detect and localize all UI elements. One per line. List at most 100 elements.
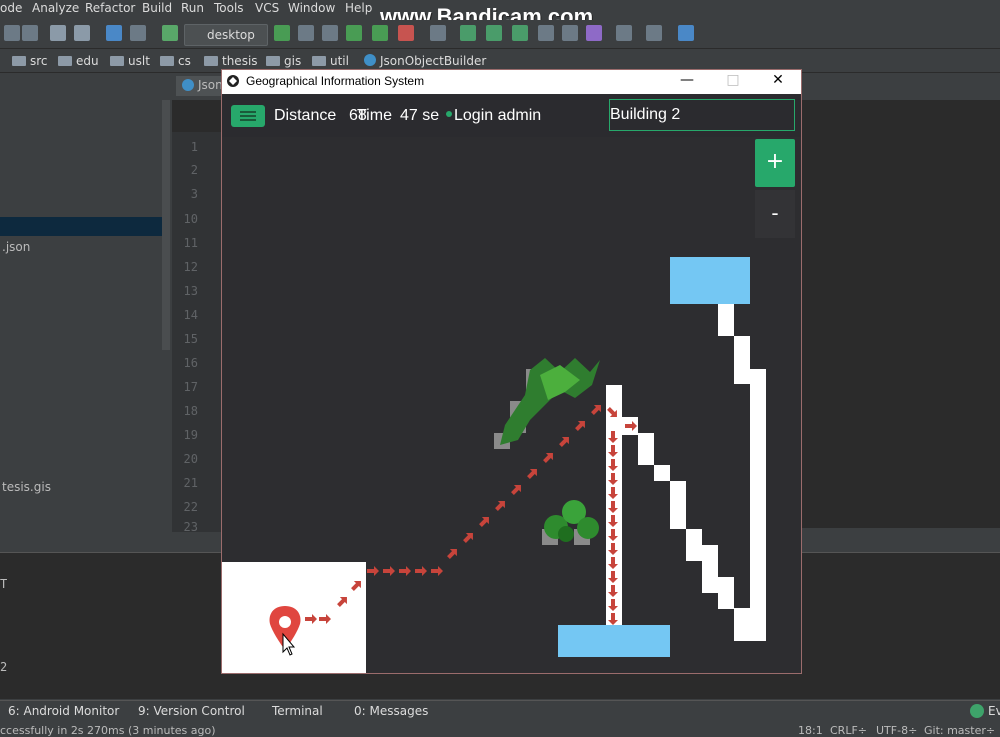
run-config-value: desktop	[207, 28, 255, 42]
make-icon[interactable]	[162, 25, 178, 41]
menu-build[interactable]: Build	[142, 1, 172, 15]
route-arrow	[447, 549, 457, 559]
run-config-select[interactable]: desktop	[184, 24, 268, 46]
back-icon[interactable]	[106, 25, 122, 41]
route-arrow	[575, 421, 585, 431]
route-arrow	[511, 485, 521, 495]
distance-label: Distance	[274, 107, 337, 124]
vcs-commit-icon[interactable]	[486, 25, 502, 41]
menu-code[interactable]: ode	[0, 1, 22, 15]
minimize-button[interactable]: —	[672, 72, 702, 92]
breadcrumb-cs[interactable]: cs	[160, 54, 191, 68]
project-file-json[interactable]: .json	[2, 240, 30, 254]
menu-window[interactable]: Window	[288, 1, 335, 15]
menu-refactor[interactable]: Refactor	[85, 1, 135, 15]
zoom-in-button[interactable]: +	[755, 139, 795, 187]
line-number: 23	[183, 520, 198, 534]
login-status[interactable]: Login admin	[454, 107, 541, 125]
gradle-sync-icon[interactable]	[430, 25, 446, 41]
bushes	[544, 500, 599, 542]
file-encoding[interactable]: UTF-8÷	[876, 724, 917, 737]
tab-android-monitor[interactable]: 6: Android Monitor	[8, 704, 119, 718]
output-text: T	[0, 577, 8, 591]
vcs-push-icon[interactable]	[512, 25, 528, 41]
forward-icon[interactable]	[130, 25, 146, 41]
save-icon[interactable]	[4, 25, 20, 41]
folder-icon	[160, 56, 174, 66]
folder-icon	[110, 56, 124, 66]
line-number: 14	[183, 308, 198, 322]
building-block[interactable]	[670, 257, 750, 304]
menu-tools[interactable]: Tools	[214, 1, 244, 15]
revert-icon[interactable]	[586, 25, 602, 41]
line-number: 1	[190, 140, 198, 154]
help-icon[interactable]	[678, 25, 694, 41]
map-canvas[interactable]	[222, 137, 801, 673]
footpath	[606, 304, 766, 641]
stop-icon[interactable]	[398, 25, 414, 41]
git-branch[interactable]: Git: master÷	[924, 724, 995, 737]
menu-help[interactable]: Help	[345, 1, 372, 15]
search-icon[interactable]	[50, 25, 66, 41]
route-arrow	[463, 533, 473, 543]
vcs-update-icon[interactable]	[460, 25, 476, 41]
route-arrow	[415, 566, 427, 576]
close-button[interactable]: ✕	[763, 72, 793, 92]
folder-icon	[312, 56, 326, 66]
hamburger-menu-button[interactable]	[231, 105, 265, 127]
line-number: 16	[183, 356, 198, 370]
breadcrumb-class[interactable]: JsonObjectBuilder	[364, 54, 486, 68]
run-icon[interactable]	[274, 25, 290, 41]
line-number: 21	[183, 476, 198, 490]
status-message: ccessfully in 2s 270ms (3 minutes ago)	[0, 724, 216, 737]
line-number: 10	[183, 212, 198, 226]
breadcrumb-edu[interactable]: edu	[58, 54, 99, 68]
menu-vcs[interactable]: VCS	[255, 1, 279, 15]
caret-position[interactable]: 18:1	[798, 724, 823, 737]
editor-tab-label: Json	[198, 78, 223, 92]
menu-run[interactable]: Run	[181, 1, 204, 15]
line-number: 13	[183, 284, 198, 298]
line-separator[interactable]: CRLF÷	[830, 724, 867, 737]
sync-icon[interactable]	[22, 25, 38, 41]
editor-tab-json[interactable]: Json	[176, 76, 226, 96]
project-pane	[0, 74, 170, 534]
debug-icon[interactable]	[322, 25, 338, 41]
output-text: 2	[0, 660, 8, 674]
line-number: 20	[183, 452, 198, 466]
building-destination[interactable]	[558, 625, 670, 657]
folder-icon	[12, 56, 26, 66]
app-logo-icon	[227, 75, 239, 87]
project-structure-icon[interactable]	[616, 25, 632, 41]
breadcrumb-src[interactable]: src	[12, 54, 48, 68]
online-status-dot	[446, 111, 452, 117]
event-log-icon[interactable]	[970, 704, 984, 718]
device-icon[interactable]	[562, 25, 578, 41]
history-icon[interactable]	[538, 25, 554, 41]
project-scrollbar[interactable]	[162, 100, 170, 350]
coverage-icon[interactable]	[346, 25, 362, 41]
building-search-input[interactable]	[609, 99, 795, 131]
line-number: 2	[190, 163, 198, 177]
event-log-label[interactable]: Ev	[988, 704, 1000, 718]
line-number: 17	[183, 380, 198, 394]
project-file-gis[interactable]: tesis.gis	[2, 480, 51, 494]
line-number: 3	[190, 187, 198, 201]
breadcrumb-gis[interactable]: gis	[266, 54, 301, 68]
breadcrumb-util[interactable]: util	[312, 54, 349, 68]
sdk-manager-icon[interactable]	[646, 25, 662, 41]
zoom-out-button[interactable]: -	[755, 190, 795, 238]
attach-icon[interactable]	[372, 25, 388, 41]
line-number: 11	[183, 236, 198, 250]
tab-version-control[interactable]: 9: Version Control	[138, 704, 245, 718]
project-selected-row[interactable]	[0, 217, 170, 236]
breadcrumb-uslt[interactable]: uslt	[110, 54, 150, 68]
maximize-button[interactable]: □	[718, 72, 748, 92]
tab-terminal[interactable]: Terminal	[272, 704, 323, 718]
menu-analyze[interactable]: Analyze	[32, 1, 79, 15]
breadcrumb-thesis[interactable]: thesis	[204, 54, 258, 68]
apply-changes-icon[interactable]	[298, 25, 314, 41]
tab-messages[interactable]: 0: Messages	[354, 704, 428, 718]
replace-icon[interactable]	[74, 25, 90, 41]
route-arrow	[591, 405, 601, 415]
